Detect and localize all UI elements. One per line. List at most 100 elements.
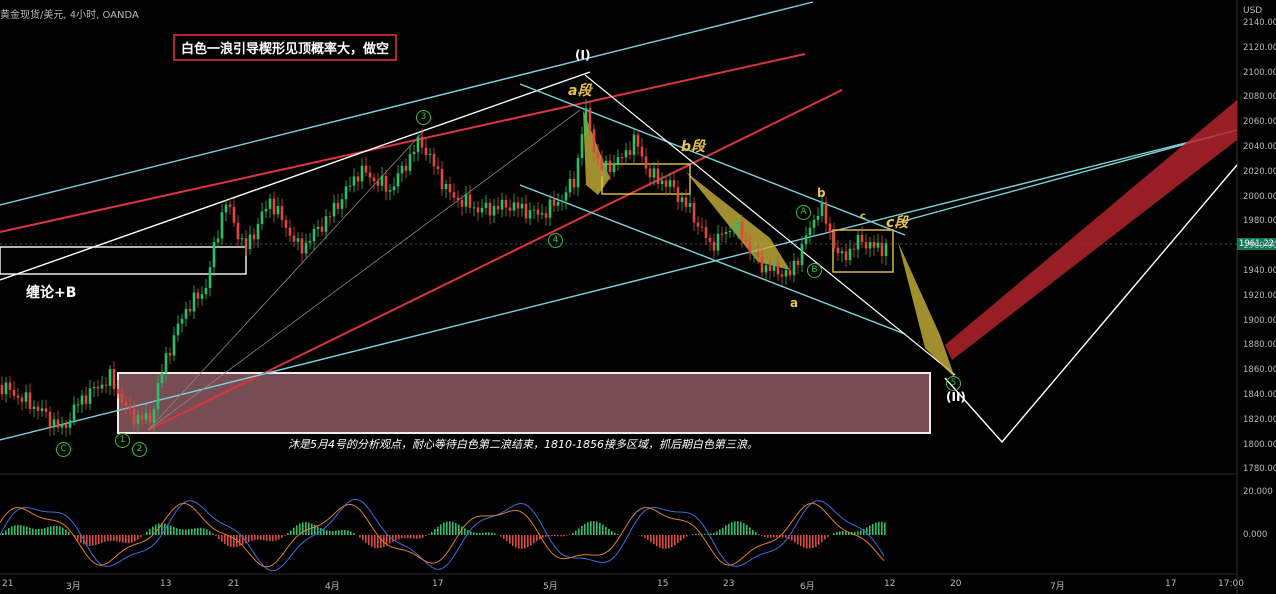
price-chart [0, 0, 1238, 594]
macd-histogram-bar [437, 526, 439, 535]
macd-histogram-bar [134, 535, 136, 542]
macd-histogram-bar [11, 526, 13, 535]
candle-body [572, 179, 576, 188]
candle-body [556, 201, 560, 206]
candle-body [604, 160, 608, 171]
macd-histogram-bar [782, 535, 784, 538]
macd-histogram-bar [803, 535, 805, 548]
macd-histogram-bar [2, 533, 4, 535]
candle-body [692, 203, 696, 223]
macd-histogram-bar [206, 529, 208, 535]
projected-path-white [944, 164, 1238, 444]
macd-histogram-bar [656, 535, 658, 547]
macd-histogram-bar [272, 535, 274, 542]
macd-histogram-bar [881, 521, 883, 535]
macd-histogram-bar [761, 535, 763, 536]
candle-body [308, 241, 312, 243]
macd-histogram-bar [665, 535, 667, 549]
candle-body [540, 213, 544, 215]
macd-histogram-bar [542, 535, 544, 538]
time-tick: 23 [723, 579, 735, 589]
price-tick: 1820.00 [1243, 414, 1276, 425]
macd-histogram-bar [173, 526, 175, 535]
macd-histogram-bar [704, 533, 706, 535]
candle-body [748, 242, 752, 254]
candle-body [228, 204, 232, 207]
symbol-title: 黄金现货/美元, 4小时, OANDA [0, 10, 139, 21]
macd-histogram-bar [119, 535, 121, 543]
macd-histogram-bar [335, 530, 337, 535]
candle-body [784, 270, 788, 277]
candle-body [836, 247, 840, 254]
candle-body [236, 222, 240, 240]
macd-histogram-bar [563, 535, 565, 537]
candle-body [808, 227, 812, 236]
candle-body [376, 181, 380, 186]
candle-body [444, 184, 448, 189]
candle-body [0, 385, 4, 395]
macd-histogram-bar [569, 534, 571, 535]
analysis-banner: 白色一浪引导楔形见顶概率大，做空 [173, 34, 398, 61]
macd-histogram-bar [395, 535, 397, 541]
wave-marker-A: A [796, 205, 811, 220]
candle-body [616, 157, 620, 164]
candle-body [476, 207, 480, 213]
macd-histogram-bar [227, 535, 229, 546]
macd-histogram-bar [365, 535, 367, 543]
macd-histogram-bar [710, 533, 712, 535]
price-tick: 1840.00 [1243, 390, 1276, 400]
candle-body [600, 158, 604, 171]
candle-body [852, 248, 856, 250]
candle-body [92, 386, 96, 389]
macd-histogram-bar [233, 535, 235, 548]
macd-histogram-bar [269, 535, 271, 542]
candle-body [880, 242, 884, 256]
candle-body [280, 206, 284, 220]
macd-histogram-bar [857, 531, 859, 535]
price-tick: 2140.00 [1243, 18, 1276, 28]
macd-histogram-bar [587, 522, 589, 535]
candle-body [632, 134, 636, 155]
macd-histogram-bar [746, 525, 748, 535]
candle-body [652, 168, 656, 178]
macd-histogram-bar [614, 532, 616, 535]
macd-histogram-bar [470, 531, 472, 535]
macd-histogram-bar [323, 529, 325, 535]
macd-histogram-bar [95, 535, 97, 545]
candle-body [772, 262, 776, 271]
candle-body [240, 238, 244, 240]
macd-histogram-bar [290, 530, 292, 535]
candle-body [612, 163, 616, 173]
candle-body [648, 168, 652, 178]
candle-body [136, 414, 140, 424]
candle-body [512, 202, 516, 211]
candle-body [224, 204, 228, 213]
macd-histogram-bar [800, 535, 802, 547]
chart-area[interactable]: 黄金现货/美元, 4小时, OANDA USD 白色一浪引导楔形见顶概率大，做空… [0, 0, 1276, 594]
macd-histogram-bar [842, 531, 844, 535]
candle-body [108, 369, 112, 386]
macd-histogram-bar [575, 530, 577, 535]
macd-histogram-bar [581, 525, 583, 535]
candle-body [656, 168, 660, 184]
time-tick: 20 [950, 579, 962, 589]
candle-body [180, 318, 184, 324]
candle-body [268, 198, 272, 209]
macd-histogram-bar [647, 535, 649, 540]
candle-body [436, 166, 440, 170]
candle-body [288, 227, 292, 236]
macd-histogram-bar [449, 521, 451, 535]
candle-body [184, 308, 188, 319]
macd-histogram-bar [329, 530, 331, 535]
macd-histogram-bar [815, 535, 817, 547]
macd-histogram-bar [740, 521, 742, 535]
macd-histogram-bar [440, 524, 442, 535]
candle-body [516, 202, 520, 209]
macd-histogram-bar [260, 535, 262, 540]
macd-histogram-bar [653, 535, 655, 545]
macd-histogram-bar [341, 530, 343, 535]
macd-histogram-bar [509, 535, 511, 544]
candle-body [4, 382, 8, 395]
chan-label: 缠论+B [26, 285, 77, 301]
macd-histogram-bar [407, 535, 409, 539]
